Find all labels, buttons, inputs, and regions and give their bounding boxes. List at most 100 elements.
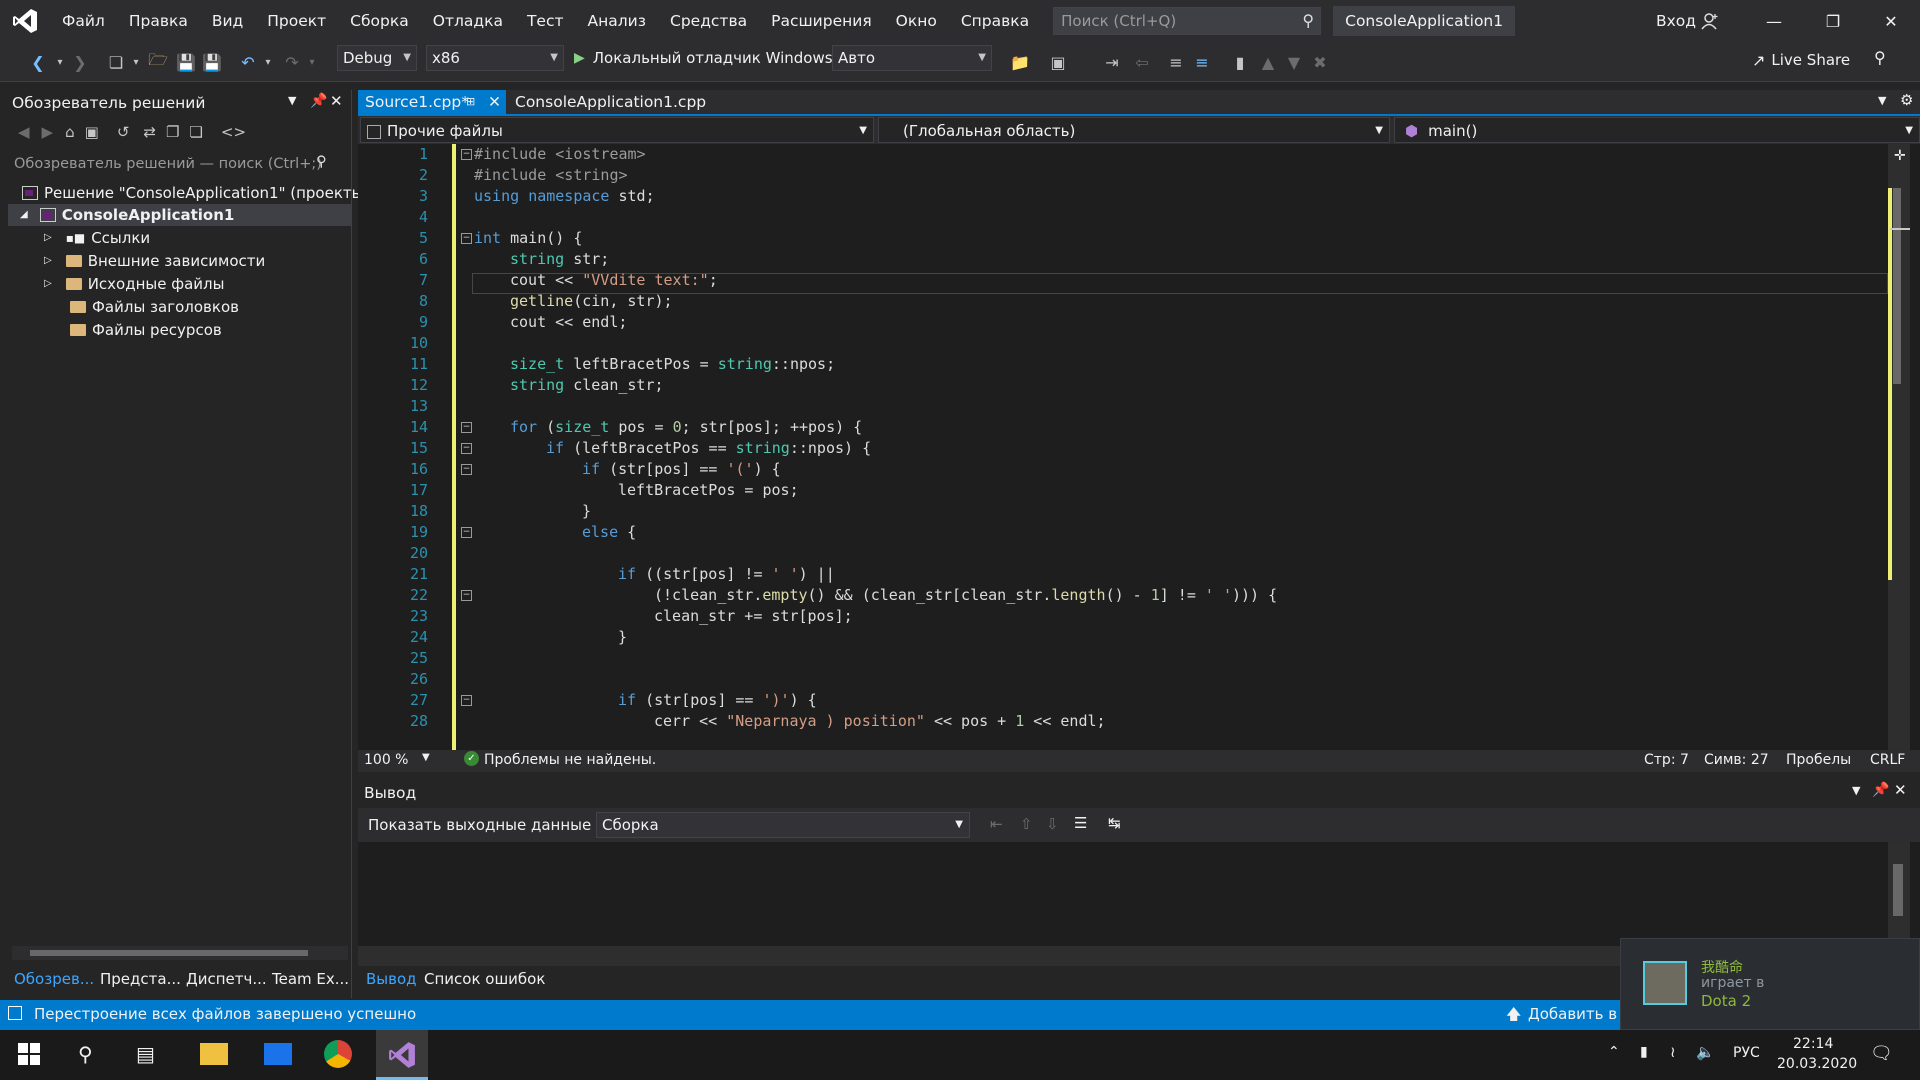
step-over-icon[interactable]: ⇦ bbox=[1130, 50, 1154, 74]
collapse-icon[interactable]: − bbox=[461, 695, 472, 706]
notifications-icon[interactable]: 🗨 bbox=[1870, 1043, 1893, 1064]
menu-tools[interactable]: Средства bbox=[658, 0, 759, 42]
prev-message-icon[interactable]: ⇧ bbox=[1020, 815, 1033, 833]
menu-project[interactable]: Проект bbox=[255, 0, 338, 42]
undo-dropdown-icon[interactable]: ▾ bbox=[262, 50, 274, 74]
horizontal-scrollbar[interactable] bbox=[12, 946, 348, 960]
line-ending-indicator[interactable]: CRLF bbox=[1870, 752, 1905, 768]
menu-analyze[interactable]: Анализ bbox=[576, 0, 658, 42]
tab-solution-explorer[interactable]: Обозрев... bbox=[14, 970, 94, 988]
show-all-files-icon[interactable]: ❏ bbox=[189, 123, 202, 141]
menu-extensions[interactable]: Расширения bbox=[759, 0, 884, 42]
close-panel-icon[interactable]: ✕ bbox=[1894, 781, 1907, 799]
collapse-icon[interactable]: − bbox=[461, 233, 472, 244]
chevron-up-icon[interactable]: ⌃ bbox=[1608, 1044, 1620, 1060]
project-scope-select[interactable]: Прочие файлы ▼ bbox=[360, 117, 874, 143]
indent-icon[interactable]: ≡ bbox=[1164, 50, 1188, 74]
tab-overflow-icon[interactable]: ▼ bbox=[1878, 94, 1886, 107]
back-icon[interactable]: ◀ bbox=[18, 123, 30, 141]
prev-bookmark-icon[interactable]: ▲ bbox=[1256, 50, 1280, 74]
collapse-icon[interactable]: − bbox=[461, 464, 472, 475]
menu-view[interactable]: Вид bbox=[200, 0, 255, 42]
battery-icon[interactable]: ▮ bbox=[1640, 1044, 1648, 1060]
menu-help[interactable]: Справка bbox=[949, 0, 1041, 42]
pending-changes-icon[interactable]: ↺ bbox=[117, 123, 130, 141]
forward-icon[interactable]: ❯ bbox=[68, 50, 92, 74]
issues-status[interactable]: Проблемы не найдены. bbox=[484, 752, 656, 768]
forward-icon[interactable]: ▶ bbox=[42, 123, 54, 141]
switch-views-icon[interactable]: ▣ bbox=[85, 123, 99, 141]
tab-property-manager[interactable]: Диспетч... bbox=[186, 970, 267, 988]
bookmark-icon[interactable]: ▮ bbox=[1228, 50, 1252, 74]
collapse-icon[interactable]: − bbox=[461, 590, 472, 601]
close-window-button[interactable]: ✕ bbox=[1862, 0, 1920, 42]
line-indicator[interactable]: Стр: 7 bbox=[1644, 752, 1689, 768]
account-icon[interactable] bbox=[1700, 11, 1720, 35]
browse-folder-icon[interactable]: 📁 bbox=[1008, 50, 1032, 74]
task-view-icon[interactable]: ▤ bbox=[136, 1042, 155, 1066]
split-editor-icon[interactable]: ✛ bbox=[1894, 148, 1906, 164]
gear-icon[interactable]: ⚙ bbox=[1900, 91, 1913, 109]
next-message-icon[interactable]: ⇩ bbox=[1046, 815, 1059, 833]
tab-class-view[interactable]: Предста... bbox=[100, 970, 181, 988]
windows-start-icon[interactable] bbox=[18, 1043, 40, 1069]
menu-window[interactable]: Окно bbox=[884, 0, 949, 42]
redo-dropdown-icon[interactable]: ▾ bbox=[306, 50, 318, 74]
mail-icon[interactable] bbox=[264, 1043, 292, 1065]
tree-item-source-files[interactable]: ▷ Исходные файлы bbox=[44, 273, 224, 295]
menu-build[interactable]: Сборка bbox=[338, 0, 421, 42]
steam-notification[interactable]: 我酷命 играет в Dota 2 bbox=[1620, 938, 1920, 1030]
menu-file[interactable]: Файл bbox=[50, 0, 117, 42]
tree-item-resource-files[interactable]: Файлы ресурсов bbox=[70, 319, 222, 341]
close-panel-icon[interactable]: ✕ bbox=[330, 92, 343, 110]
back-icon[interactable]: ❮ bbox=[26, 50, 50, 74]
new-dropdown-icon[interactable]: ▾ bbox=[130, 50, 142, 74]
tree-item-header-files[interactable]: Файлы заголовков bbox=[70, 296, 239, 318]
tab-team-explorer[interactable]: Team Ex... bbox=[272, 970, 349, 988]
sign-in-link[interactable]: Вход bbox=[1656, 0, 1696, 42]
restore-button[interactable]: ❐ bbox=[1804, 0, 1862, 42]
global-scope-select[interactable]: (Глобальная область) ▼ bbox=[878, 117, 1390, 143]
solution-mode-select[interactable]: Авто ▼ bbox=[832, 45, 992, 71]
open-file-icon[interactable]: 🗁 bbox=[146, 50, 170, 74]
menu-test[interactable]: Тест bbox=[515, 0, 576, 42]
chrome-icon[interactable] bbox=[324, 1040, 352, 1068]
tab-source1[interactable]: Source1.cpp* ⊞ ✕ bbox=[358, 90, 506, 114]
add-to-source-control[interactable]: Добавить в с bbox=[1528, 1005, 1630, 1023]
visual-studio-logo-icon[interactable] bbox=[0, 0, 50, 42]
editor-vertical-scrollbar[interactable] bbox=[1888, 144, 1910, 750]
undo-icon[interactable]: ↶ bbox=[236, 50, 260, 74]
clock-date[interactable]: 20.03.2020 bbox=[1777, 1056, 1857, 1072]
pin-icon[interactable]: 📌 bbox=[1872, 782, 1889, 798]
redo-icon[interactable]: ↷ bbox=[280, 50, 304, 74]
pin-icon[interactable]: ⊞ bbox=[466, 90, 475, 114]
platform-select[interactable]: x86 ▼ bbox=[426, 45, 564, 71]
tab-consoleapplication1[interactable]: ConsoleApplication1.cpp bbox=[508, 90, 706, 114]
collapse-icon[interactable]: − bbox=[461, 443, 472, 454]
word-wrap-icon[interactable]: ↹ bbox=[1108, 814, 1121, 832]
column-indicator[interactable]: Симв: 27 bbox=[1704, 752, 1769, 768]
search-icon[interactable]: ⚲ bbox=[78, 1042, 93, 1066]
panel-menu-icon[interactable]: ▼ bbox=[1852, 784, 1860, 797]
start-debugging-button[interactable]: ▶ Локальный отладчик Windows ▼ bbox=[574, 45, 846, 71]
next-bookmark-icon[interactable]: ▼ bbox=[1282, 50, 1306, 74]
volume-icon[interactable]: 🔈 bbox=[1696, 1043, 1715, 1061]
save-all-icon[interactable]: 💾 bbox=[200, 50, 224, 74]
tree-solution-root[interactable]: Решение "ConsoleApplication1" (проекты: … bbox=[22, 182, 383, 204]
back-dropdown-icon[interactable]: ▾ bbox=[54, 50, 66, 74]
output-source-select[interactable]: Сборка ▼ bbox=[596, 812, 970, 838]
notification-icon[interactable] bbox=[8, 1006, 22, 1020]
collapse-icon[interactable]: − bbox=[461, 422, 472, 433]
clock-time[interactable]: 22:14 bbox=[1793, 1036, 1833, 1052]
search-input[interactable]: Поиск (Ctrl+Q) ⚲ bbox=[1053, 7, 1322, 35]
outdent-icon[interactable]: ≡ bbox=[1190, 50, 1214, 74]
solution-search-input[interactable]: Обозреватель решений — поиск (Ctrl+;) ⚲ bbox=[8, 152, 352, 176]
tree-item-external-deps[interactable]: ▷ Внешние зависимости bbox=[44, 250, 265, 272]
close-tab-icon[interactable]: ✕ bbox=[488, 90, 501, 114]
step-into-icon[interactable]: ⇥ bbox=[1100, 50, 1124, 74]
menu-edit[interactable]: Правка bbox=[117, 0, 200, 42]
tab-error-list[interactable]: Список ошибок bbox=[424, 970, 545, 988]
new-project-icon[interactable]: ❏ bbox=[104, 50, 128, 74]
zoom-level[interactable]: 100 % bbox=[364, 752, 408, 768]
menu-debug[interactable]: Отладка bbox=[421, 0, 515, 42]
